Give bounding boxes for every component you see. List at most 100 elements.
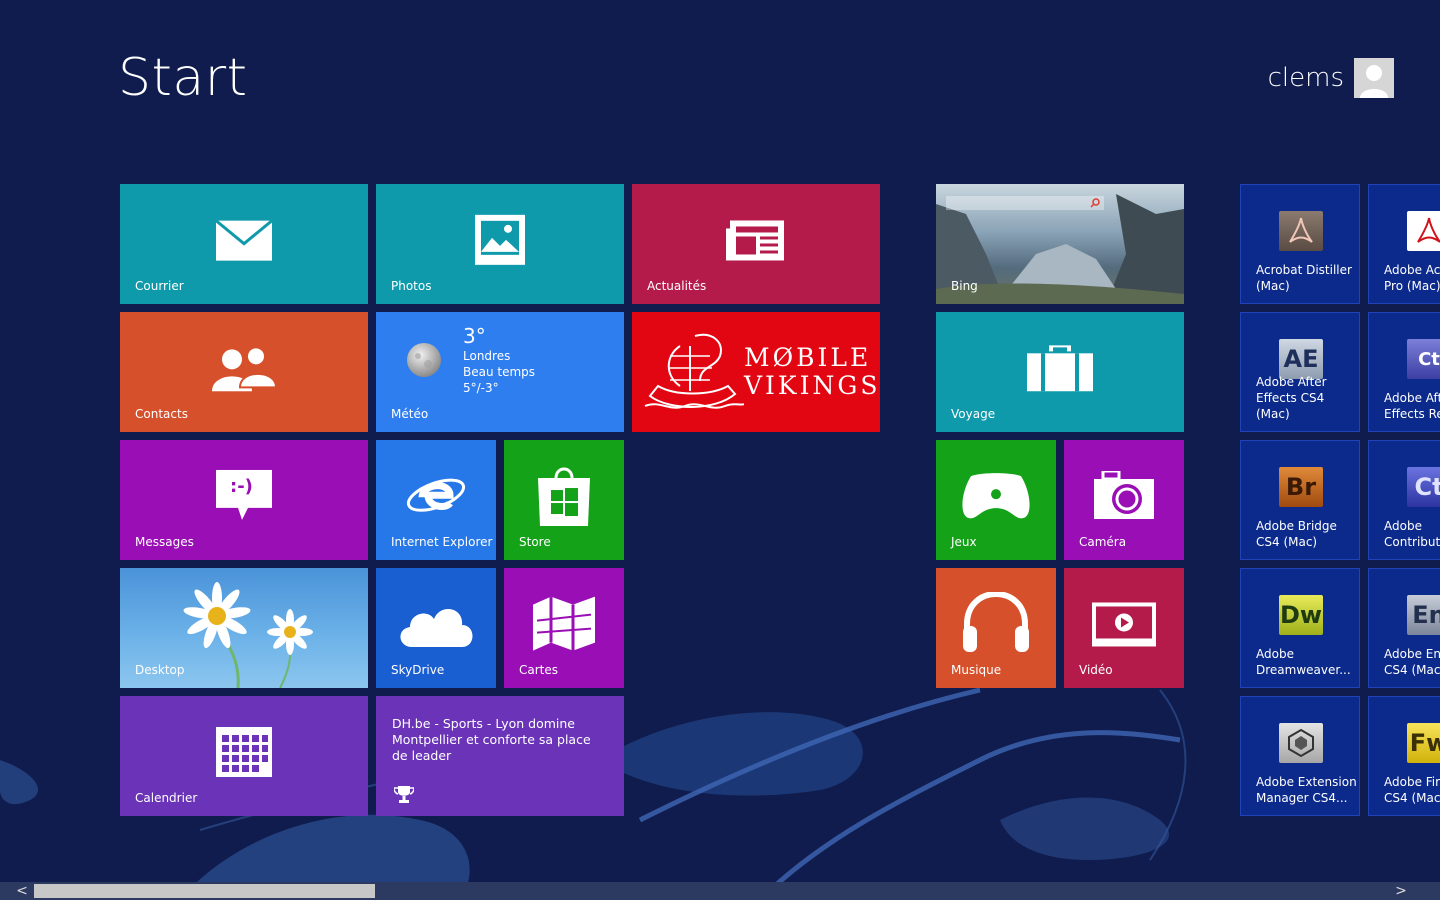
app-label: Adobe Contribute	[1384, 519, 1440, 549]
app-tile-extension-manager[interactable]: Adobe Extension Manager CS4...	[1240, 696, 1360, 816]
app-tile-acrobat-pro[interactable]: Adobe Acr Pro (Mac)	[1368, 184, 1440, 304]
app-tile-after-effects[interactable]: AE Adobe After Effects CS4 (Mac)	[1240, 312, 1360, 432]
tile-label: Voyage	[951, 407, 996, 421]
weather-temperature: 3°	[463, 324, 486, 348]
user-icon	[1354, 58, 1394, 98]
scroll-left-arrow[interactable]: <	[14, 882, 30, 900]
search-icon	[1090, 198, 1100, 208]
headphones-icon	[963, 592, 1029, 653]
tile-label: Calendrier	[135, 791, 198, 805]
avatar[interactable]	[1354, 58, 1394, 98]
app-tile-dreamweaver[interactable]: Dw Adobe Dreamweaver...	[1240, 568, 1360, 688]
news-icon	[726, 220, 784, 261]
trophy-icon	[394, 786, 414, 803]
tile-internet-explorer[interactable]: Internet Explorer	[376, 440, 496, 560]
tile-messages[interactable]: :-) Messages	[120, 440, 368, 560]
emoticon-text: :-)	[230, 476, 253, 497]
weather-range: 5°/-3°	[463, 381, 499, 395]
dreamweaver-icon: Dw	[1279, 595, 1323, 635]
photo-icon	[475, 214, 525, 265]
calendar-icon	[216, 727, 272, 777]
tile-meteo[interactable]: 3° Londres Beau temps 5°/-3° Météo	[376, 312, 624, 432]
tile-jeux[interactable]: Jeux	[936, 440, 1056, 560]
app-label: Adobe Extension Manager CS4...	[1256, 775, 1357, 805]
tile-label: Messages	[135, 535, 194, 549]
weather-condition: Beau temps	[463, 365, 536, 379]
after-effects-render-icon: Ct	[1407, 339, 1440, 379]
map-icon	[533, 596, 595, 651]
app-tile-bridge[interactable]: Br Adobe Bridge CS4 (Mac)	[1240, 440, 1360, 560]
video-icon	[1092, 602, 1156, 647]
contribute-icon: Ct	[1407, 467, 1440, 507]
scroll-thumb[interactable]	[34, 884, 375, 898]
app-label: Adobe Enc CS4 (Mac)	[1384, 647, 1440, 677]
page-title: Start	[118, 48, 248, 108]
tile-label: Actualités	[647, 279, 707, 293]
tile-cartes[interactable]: Cartes	[504, 568, 624, 688]
app-label: Adobe Acr Pro (Mac)	[1384, 263, 1440, 293]
horizontal-scrollbar[interactable]: < >	[0, 882, 1440, 900]
app-tile-acrobat-distiller[interactable]: Acrobat Distiller (Mac)	[1240, 184, 1360, 304]
tile-label: Contacts	[135, 407, 188, 421]
fireworks-icon: Fw	[1407, 723, 1440, 763]
tile-label: SkyDrive	[391, 663, 445, 677]
tile-voyage[interactable]: Voyage	[936, 312, 1184, 432]
ie-icon	[406, 478, 466, 512]
tile-label: Caméra	[1079, 535, 1127, 549]
tile-camera[interactable]: Caméra	[1064, 440, 1184, 560]
app-label: Adobe Dreamweaver...	[1256, 647, 1351, 677]
weather-city: Londres	[463, 349, 511, 363]
tile-skydrive[interactable]: SkyDrive	[376, 568, 496, 688]
app-label: Acrobat Distiller (Mac)	[1256, 263, 1352, 293]
tile-video[interactable]: Vidéo	[1064, 568, 1184, 688]
encore-icon: En	[1407, 595, 1440, 635]
tile-label: Photos	[391, 279, 432, 293]
suitcase-icon	[1027, 345, 1093, 392]
tile-actualites[interactable]: Actualités	[632, 184, 880, 304]
user-account[interactable]: clems	[1268, 58, 1394, 98]
scroll-right-arrow[interactable]: >	[1393, 882, 1409, 900]
app-tile-fireworks[interactable]: Fw Adobe Fire CS4 (Mac)	[1368, 696, 1440, 816]
tile-desktop[interactable]: Desktop	[120, 568, 368, 688]
user-name: clems	[1267, 63, 1344, 93]
tile-sports-news[interactable]: DH.be - Sports - Lyon domine Montpellier…	[376, 696, 624, 816]
tile-bing[interactable]: Bing	[936, 184, 1184, 304]
sports-headline: DH.be - Sports - Lyon domine Montpellier…	[392, 716, 591, 763]
mobile-vikings-wordmark: MØBILE VIKINGS	[744, 344, 880, 400]
tile-label: Desktop	[135, 663, 185, 677]
tile-mobile-vikings[interactable]: MØBILE VIKINGS	[632, 312, 880, 432]
app-label: Adobe Afte Effects Ren	[1384, 391, 1440, 421]
tile-label: Courrier	[135, 279, 184, 293]
tile-label: Musique	[951, 663, 1002, 677]
app-tile-contribute[interactable]: Ct Adobe Contribute	[1368, 440, 1440, 560]
after-effects-icon: AE	[1279, 339, 1323, 379]
tile-label: Internet Explorer	[391, 535, 493, 549]
bridge-icon: Br	[1279, 467, 1323, 507]
store-icon	[538, 467, 590, 527]
tile-calendrier[interactable]: Calendrier	[120, 696, 368, 816]
moon-icon	[407, 343, 441, 377]
tile-label: Store	[519, 535, 551, 549]
camera-icon	[1094, 471, 1154, 519]
extension-manager-icon	[1279, 723, 1323, 763]
app-label: Adobe Bridge CS4 (Mac)	[1256, 519, 1337, 549]
tile-label: Bing	[951, 279, 978, 293]
wordmark-line-2: VIKINGS	[744, 371, 880, 400]
wordmark-line-1: MØBILE	[744, 343, 872, 372]
acrobat-pro-icon	[1407, 211, 1440, 251]
tile-musique[interactable]: Musique	[936, 568, 1056, 688]
weather-details: Londres Beau temps 5°/-3°	[463, 348, 535, 396]
tile-contacts[interactable]: Contacts	[120, 312, 368, 432]
app-tile-encore[interactable]: En Adobe Enc CS4 (Mac)	[1368, 568, 1440, 688]
acrobat-distiller-icon	[1279, 211, 1323, 251]
tile-courrier[interactable]: Courrier	[120, 184, 368, 304]
tile-label: Cartes	[519, 663, 559, 677]
tile-label: Vidéo	[1079, 663, 1113, 677]
cloud-icon	[400, 608, 473, 647]
people-icon	[212, 346, 276, 392]
app-tile-after-effects-render[interactable]: Ct Adobe Afte Effects Ren	[1368, 312, 1440, 432]
gamepad-icon	[962, 473, 1030, 519]
tile-label: Jeux	[951, 535, 977, 549]
tile-photos[interactable]: Photos	[376, 184, 624, 304]
tile-store[interactable]: Store	[504, 440, 624, 560]
